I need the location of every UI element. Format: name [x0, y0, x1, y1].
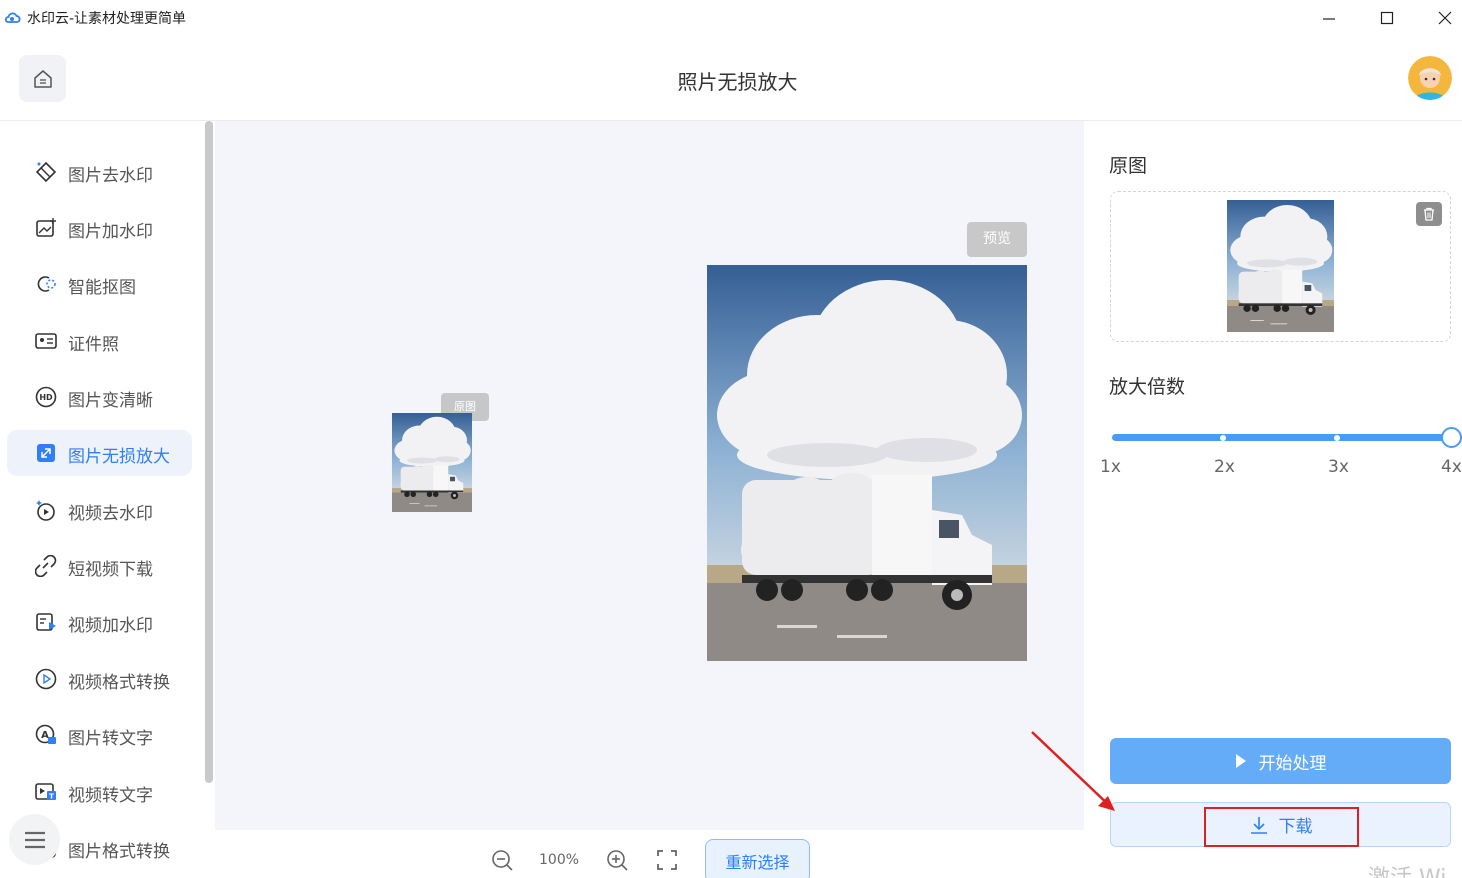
scale-tick-2x[interactable]: 2x	[1214, 457, 1235, 477]
play-icon	[1235, 754, 1246, 768]
sidebar-item-label: 图片变清晰	[68, 391, 153, 411]
slider-stop-3x	[1334, 435, 1340, 441]
menu-button[interactable]	[9, 814, 60, 865]
image-text-icon: A	[34, 724, 58, 746]
id-card-icon	[34, 330, 58, 352]
sidebar-item-image-to-text[interactable]: A 图片转文字	[7, 712, 192, 758]
maximize-button[interactable]	[1358, 0, 1416, 36]
sidebar-item-label: 图片去水印	[68, 166, 153, 186]
delete-image-button[interactable]	[1416, 202, 1442, 226]
scale-heading: 放大倍数	[1109, 376, 1186, 398]
page-title: 照片无损放大	[677, 70, 798, 94]
start-processing-button[interactable]: 开始处理	[1110, 738, 1451, 784]
sidebar-item-add-image-watermark[interactable]: 图片加水印	[7, 205, 192, 251]
sidebar-item-image-sharpen[interactable]: HD 图片变清晰	[7, 374, 192, 420]
enlarge-icon	[34, 442, 58, 464]
scale-tick-3x[interactable]: 3x	[1328, 457, 1349, 477]
annotation-highlight-box	[1204, 807, 1359, 847]
image-add-icon	[34, 217, 58, 239]
page-header: 照片无损放大	[0, 36, 1462, 121]
sidebar-item-label: 图片格式转换	[68, 842, 170, 862]
sidebar: 图片去水印 图片加水印 智能抠图 证件照 HD 图片变清晰 图片无损放大 视频去…	[0, 121, 215, 878]
sidebar-item-remove-video-watermark[interactable]: 视频去水印	[7, 487, 192, 533]
scale-slider[interactable]	[1112, 434, 1452, 441]
play-circle-icon	[34, 668, 58, 690]
maximize-icon	[1380, 11, 1394, 25]
eraser-icon	[34, 161, 58, 183]
title-bar: 水印云-让素材处理更简单	[0, 0, 1462, 36]
svg-text:A: A	[41, 730, 49, 741]
annotation-arrow	[1031, 731, 1115, 811]
zoom-level: 100%	[539, 852, 580, 868]
hd-icon: HD	[34, 386, 58, 408]
scale-tick-1x[interactable]: 1x	[1100, 457, 1121, 477]
sidebar-item-label: 图片无损放大	[68, 447, 170, 467]
original-heading: 原图	[1109, 155, 1148, 177]
close-icon	[1438, 11, 1452, 25]
original-image-box	[1110, 191, 1451, 342]
activation-watermark: 激活 Wi	[1368, 860, 1446, 878]
zoom-in-icon	[607, 850, 628, 871]
sidebar-item-label: 短视频下载	[68, 560, 153, 580]
trash-icon	[1424, 207, 1434, 221]
video-text-icon: T	[34, 781, 58, 803]
cutout-icon	[34, 273, 58, 295]
minimize-icon	[1323, 18, 1335, 20]
sidebar-item-label: 视频转文字	[68, 786, 153, 806]
sidebar-item-short-video-download[interactable]: 短视频下载	[7, 543, 192, 589]
sidebar-item-label: 证件照	[68, 335, 119, 355]
zoom-out-icon	[492, 850, 513, 871]
zoom-out-button[interactable]	[490, 848, 514, 872]
preview-image	[707, 265, 1027, 661]
svg-text:HD: HD	[39, 393, 53, 402]
original-image-small	[392, 413, 472, 512]
avatar-icon	[1408, 56, 1452, 100]
video-eraser-icon	[34, 499, 58, 521]
user-avatar[interactable]	[1408, 56, 1452, 100]
sidebar-item-lossless-enlarge[interactable]: 图片无损放大	[7, 430, 192, 476]
fit-screen-button[interactable]	[655, 848, 679, 872]
original-image-thumbnail	[1227, 200, 1334, 332]
reselect-button[interactable]: 重新选择	[705, 839, 810, 878]
sidebar-item-label: 图片转文字	[68, 729, 153, 749]
video-add-icon	[34, 611, 58, 633]
sidebar-item-id-photo[interactable]: 证件照	[7, 318, 192, 364]
cloud-logo-icon	[4, 12, 21, 23]
sidebar-item-label: 视频格式转换	[68, 673, 170, 693]
canvas-toolbar: 100% 重新选择	[215, 830, 1084, 878]
minimize-button[interactable]	[1300, 0, 1358, 36]
scale-tick-4x[interactable]: 4x	[1441, 457, 1462, 477]
settings-panel: 原图 放大倍数 1x 2x 3x 4x 开始处理 下载	[1084, 121, 1462, 878]
close-button[interactable]	[1416, 0, 1462, 36]
sidebar-item-label: 视频去水印	[68, 504, 153, 524]
preview-tag: 预览	[967, 222, 1027, 257]
slider-stop-2x	[1220, 435, 1226, 441]
sidebar-item-label: 视频加水印	[68, 616, 153, 636]
svg-text:T: T	[49, 793, 54, 801]
sidebar-item-label: 智能抠图	[68, 278, 136, 298]
sidebar-item-add-video-watermark[interactable]: 视频加水印	[7, 599, 192, 645]
menu-icon	[24, 831, 45, 848]
window-title: 水印云-让素材处理更简单	[27, 11, 187, 27]
scale-slider-handle[interactable]	[1441, 427, 1462, 448]
sidebar-item-video-format-convert[interactable]: 视频格式转换	[7, 656, 192, 702]
sidebar-item-video-to-text[interactable]: T 视频转文字	[7, 769, 192, 815]
sidebar-item-label: 图片加水印	[68, 222, 153, 242]
image-canvas: 原图 预览	[215, 121, 1084, 830]
fullscreen-icon	[657, 850, 677, 870]
sidebar-scrollbar[interactable]	[205, 121, 213, 783]
start-label: 开始处理	[1258, 753, 1327, 774]
link-icon	[34, 555, 58, 577]
sidebar-item-smart-cutout[interactable]: 智能抠图	[7, 261, 192, 307]
sidebar-item-remove-image-watermark[interactable]: 图片去水印	[7, 149, 192, 195]
zoom-in-button[interactable]	[605, 848, 629, 872]
